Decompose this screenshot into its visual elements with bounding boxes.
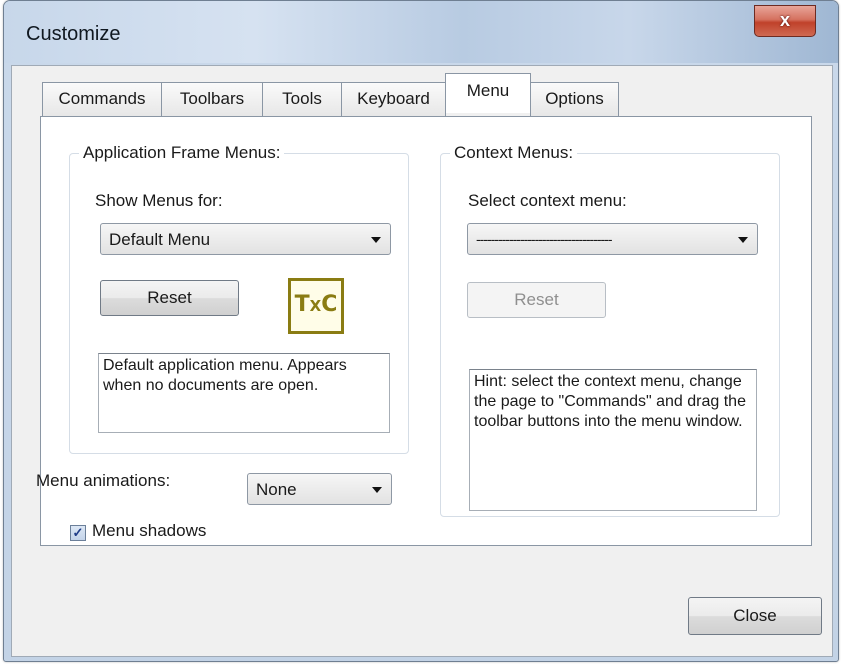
dialog-body: Commands Toolbars Tools Keyboard Menu Op… xyxy=(11,65,833,657)
app-frame-description: Default application menu. Appears when n… xyxy=(98,353,390,433)
menu-animations-value: None xyxy=(256,480,297,499)
customize-window: Customize x Commands Toolbars Tools Keyb… xyxy=(3,0,839,662)
select-context-menu-label: Select context menu: xyxy=(468,191,627,210)
menu-shadows-label[interactable]: Menu shadows xyxy=(92,521,206,541)
tab-tools[interactable]: Tools xyxy=(262,82,342,116)
show-menus-for-value: Default Menu xyxy=(109,230,211,249)
chevron-down-icon xyxy=(738,237,748,243)
show-menus-for-label: Show Menus for: xyxy=(95,191,223,210)
menu-tab-page: Application Frame Menus: Show Menus for:… xyxy=(36,116,812,546)
context-hint-text: Hint: select the context menu, change th… xyxy=(469,369,757,511)
menu-animations-label: Menu animations: xyxy=(36,471,171,490)
context-reset-button[interactable]: Reset xyxy=(467,282,606,318)
context-menus-label: Context Menus: xyxy=(450,143,578,163)
title-bar[interactable]: Customize x xyxy=(4,1,838,63)
tab-menu[interactable]: Menu xyxy=(445,73,531,113)
menu-shadows-checkbox[interactable]: ✓ xyxy=(70,525,86,541)
txc-logo: TXC xyxy=(288,278,344,334)
context-menu-dropdown[interactable]: ------------------------------------- xyxy=(467,223,758,255)
tab-options[interactable]: Options xyxy=(530,82,619,116)
app-frame-reset-button[interactable]: Reset xyxy=(100,280,239,316)
tab-toolbars[interactable]: Toolbars xyxy=(161,82,263,116)
chevron-down-icon xyxy=(371,237,381,243)
tab-commands[interactable]: Commands xyxy=(42,82,162,116)
chevron-down-icon xyxy=(372,487,382,493)
window-title: Customize xyxy=(26,23,121,45)
tab-keyboard[interactable]: Keyboard xyxy=(341,82,446,116)
show-menus-for-dropdown[interactable]: Default Menu xyxy=(100,223,391,255)
close-window-button[interactable]: x xyxy=(754,5,816,37)
context-menu-value: ------------------------------------- xyxy=(476,231,612,247)
application-frame-menus-label: Application Frame Menus: xyxy=(79,143,285,163)
close-button[interactable]: Close xyxy=(688,597,822,635)
menu-animations-dropdown[interactable]: None xyxy=(247,473,392,505)
